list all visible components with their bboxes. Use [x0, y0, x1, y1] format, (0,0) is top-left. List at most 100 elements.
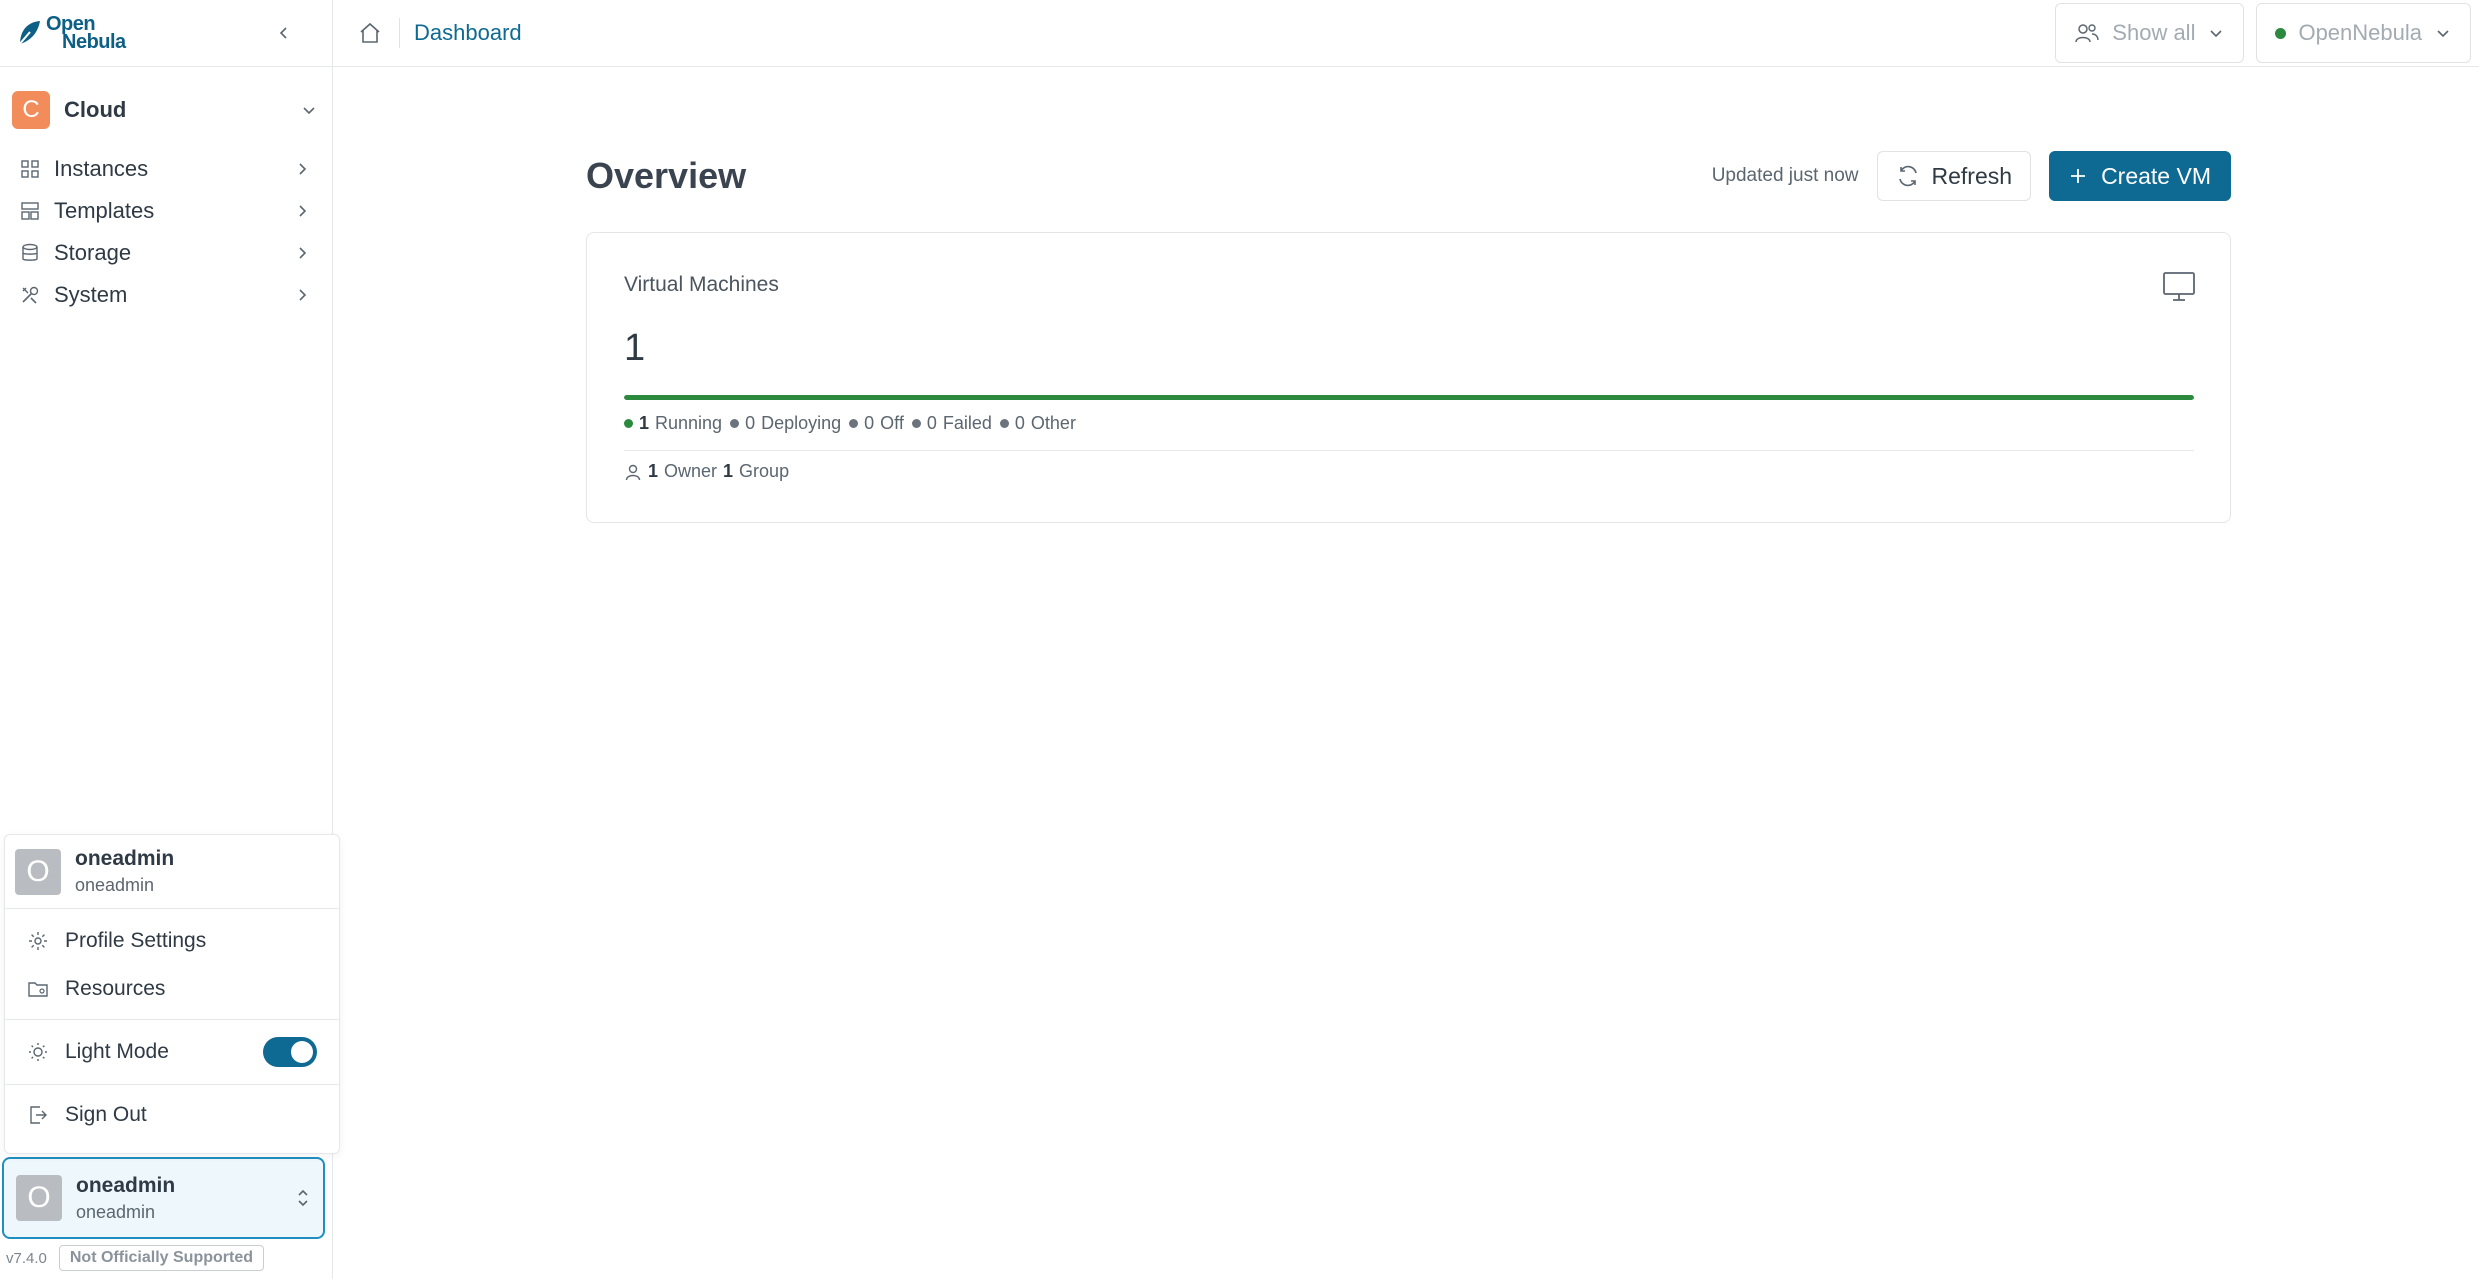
logo-text-line2: Nebula	[62, 31, 126, 53]
vm-state-bar	[624, 395, 2194, 400]
state-other: 0 Other	[999, 413, 1076, 434]
sun-icon	[29, 1043, 47, 1061]
status-dot	[624, 419, 633, 428]
state-count: 0	[926, 413, 937, 433]
overview-actions: Updated just now Refresh Create VM	[1712, 151, 2231, 201]
state-label: Off	[880, 413, 904, 433]
user-username: oneadmin	[76, 1201, 156, 1222]
state-running: 1 Running	[624, 413, 722, 434]
tools-icon	[22, 286, 39, 304]
sidebar-item-instances[interactable]: Instances	[0, 148, 332, 190]
state-deploying: 0 Deploying	[730, 413, 841, 434]
grid-icon	[21, 160, 39, 178]
user-icon	[625, 464, 641, 480]
owner-label: Owner	[664, 461, 718, 481]
state-label: Running	[655, 413, 723, 433]
group-label: Group	[739, 461, 790, 481]
group-filter-dropdown[interactable]: Show all	[2055, 3, 2245, 63]
sidebar-item-templates[interactable]: Templates	[0, 190, 332, 232]
sign-out-icon	[30, 1106, 47, 1124]
layout-icon	[21, 202, 39, 220]
user-menu-names: oneadmin oneadmin	[75, 847, 174, 896]
zone-status-dot	[2275, 27, 2287, 39]
sidebar-item-system[interactable]: System	[0, 274, 332, 316]
folder-settings-icon	[28, 982, 48, 997]
state-count: 0	[864, 413, 875, 433]
sidebar-footer: v7.4.0 Not Officially Supported	[6, 1245, 264, 1271]
cloud-label: Cloud	[64, 97, 127, 122]
refresh-label: Refresh	[1931, 162, 2013, 189]
chevron-down-icon	[2437, 30, 2449, 38]
menu-divider	[5, 1084, 339, 1085]
avatar: O	[15, 848, 61, 895]
profile-settings-label: Profile Settings	[65, 929, 207, 952]
sidebar-nav: Instances Templates Storage System	[0, 148, 332, 316]
sign-out-item[interactable]: Sign Out	[5, 1091, 339, 1139]
sidebar-item-label: Templates	[54, 198, 155, 223]
state-count: 0	[1014, 413, 1025, 433]
state-label: Deploying	[761, 413, 842, 433]
monitor-icon	[2163, 272, 2195, 301]
plus-icon	[2071, 169, 2086, 183]
zone-dropdown[interactable]: OpenNebula	[2256, 3, 2471, 63]
profile-settings-item[interactable]: Profile Settings	[5, 917, 339, 965]
breadcrumb-dashboard[interactable]: Dashboard	[414, 20, 522, 46]
state-label: Failed	[942, 413, 992, 433]
not-supported-badge: Not Officially Supported	[58, 1245, 264, 1271]
page-title: Overview	[586, 155, 747, 196]
resources-label: Resources	[65, 977, 166, 1000]
topbar: Dashboard Show all OpenNebula	[333, 0, 2479, 67]
light-mode-item[interactable]: Light Mode	[5, 1026, 339, 1078]
card-divider	[624, 450, 2194, 451]
owners-summary: 1 Owner 1 Group	[624, 461, 789, 482]
chevron-down-icon	[2210, 30, 2223, 38]
home-button[interactable]	[355, 18, 385, 48]
sidebar-item-label: Instances	[54, 156, 149, 181]
sidebar-header: Open Nebula	[0, 0, 332, 67]
refresh-button[interactable]: Refresh	[1876, 151, 2032, 201]
collapse-sidebar-button[interactable]	[270, 19, 298, 47]
state-label: Other	[1030, 413, 1076, 433]
chevron-up-down-icon	[298, 1189, 308, 1207]
menu-divider	[5, 1019, 339, 1020]
light-mode-label: Light Mode	[65, 1040, 169, 1063]
resources-item[interactable]: Resources	[5, 965, 339, 1013]
user-menu: O oneadmin oneadmin Profile Settings Res…	[4, 834, 340, 1154]
owner-count: 1	[648, 461, 659, 481]
database-icon	[22, 243, 38, 261]
chevron-left-icon	[279, 27, 287, 39]
sign-out-label: Sign Out	[65, 1103, 147, 1126]
users-icon	[2075, 24, 2099, 43]
vm-total-count: 1	[624, 327, 646, 369]
light-mode-toggle[interactable]	[263, 1037, 317, 1067]
logo-text: Open Nebula	[46, 14, 126, 53]
chevron-right-icon	[299, 289, 307, 301]
breadcrumb-divider	[399, 18, 400, 48]
gear-icon	[29, 932, 47, 950]
status-dot	[911, 419, 921, 428]
virtual-machines-card[interactable]: Virtual Machines 1 1 Running 0 Deploying 0…	[586, 232, 2231, 523]
create-vm-button[interactable]: Create VM	[2049, 151, 2231, 201]
overview-header: Overview Updated just now Refresh Create…	[586, 150, 2231, 202]
create-vm-label: Create VM	[2101, 162, 2211, 189]
user-menu-trigger[interactable]: O oneadmin oneadmin	[2, 1157, 325, 1239]
updated-timestamp: Updated just now	[1711, 165, 1859, 186]
chevron-right-icon	[299, 247, 307, 259]
state-count: 0	[745, 413, 756, 433]
version-label: v7.4.0	[6, 1249, 47, 1267]
card-title: Virtual Machines	[624, 273, 779, 296]
cloud-badge: C	[12, 91, 50, 129]
opennebula-logo[interactable]: Open Nebula	[16, 14, 126, 53]
sidebar-item-label: Storage	[54, 240, 132, 265]
user-card-names: oneadmin oneadmin	[76, 1174, 295, 1223]
status-dot	[999, 419, 1009, 428]
refresh-icon	[1898, 165, 1917, 187]
avatar: O	[16, 1175, 62, 1221]
sidebar-item-storage[interactable]: Storage	[0, 232, 332, 274]
status-dot	[849, 419, 859, 428]
chevron-right-icon	[299, 205, 307, 217]
state-failed: 0 Failed	[911, 413, 992, 434]
chevron-down-icon	[303, 107, 315, 115]
cloud-view-selector[interactable]: C Cloud	[12, 90, 318, 130]
